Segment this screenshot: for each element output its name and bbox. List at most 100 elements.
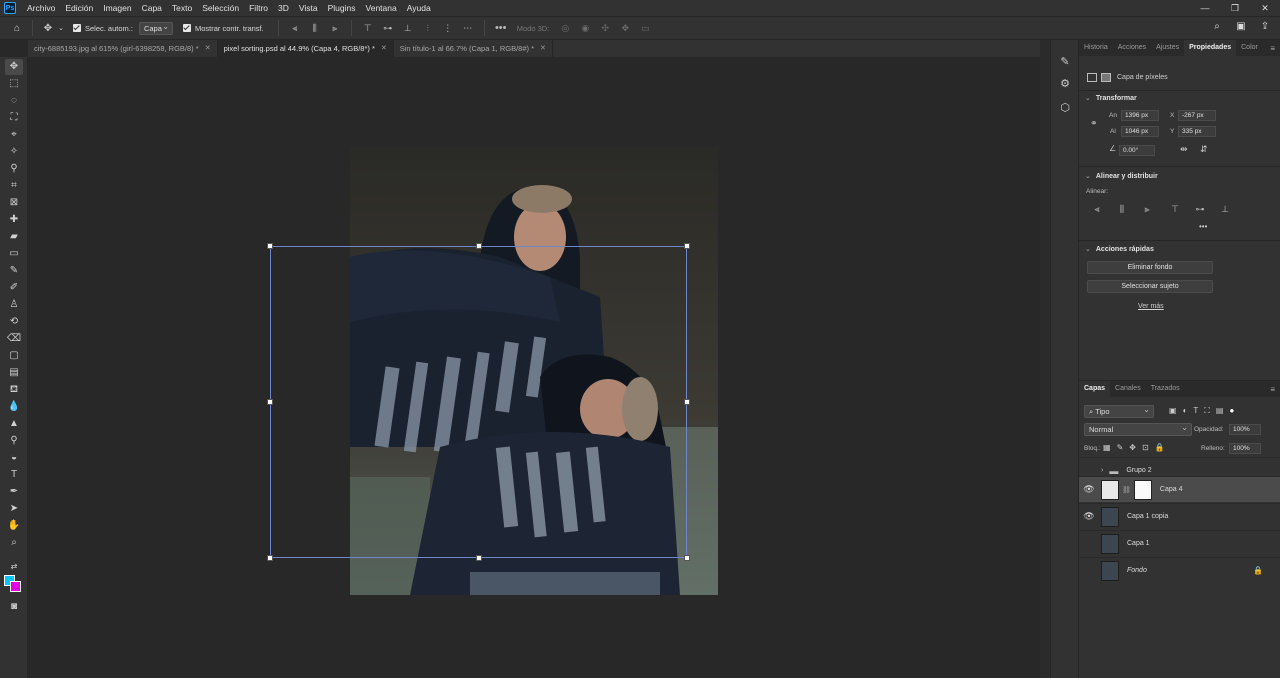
align-horizontal-centers-icon[interactable]: ⫼ [308, 23, 322, 33]
see-more-link[interactable]: Ver más [1138, 303, 1164, 310]
y-field[interactable]: 335 px [1178, 126, 1216, 137]
distribute-icon[interactable]: ⫶ [421, 23, 435, 33]
sponge-tool-icon[interactable]: ◒ [5, 450, 23, 466]
maximize-button[interactable]: ❐ [1220, 0, 1250, 16]
hand-tool-icon[interactable]: ✋ [5, 518, 23, 534]
align-top-edges-icon[interactable]: ⊤ [1168, 204, 1182, 214]
show-transform-checkbox[interactable]: Mostrar contr. transf. [182, 24, 264, 33]
tab-sin-titulo[interactable]: Sin título-1 al 66.7% (Capa 1, RGB/8#) *… [394, 40, 553, 57]
tab-pixel-sorting[interactable]: pixel sorting.psd al 44.9% (Capa 4, RGB/… [217, 40, 394, 57]
select-subject-button[interactable]: Seleccionar sujeto [1087, 280, 1213, 293]
menu-texto[interactable]: Texto [167, 3, 197, 13]
angle-field[interactable]: 0.00° [1119, 145, 1155, 156]
stamp-tool-icon[interactable]: ♙ [5, 297, 23, 313]
opacity-field[interactable]: 100% [1229, 424, 1261, 435]
filter-toggle-icon[interactable]: ● [1229, 406, 1234, 416]
menu-imagen[interactable]: Imagen [98, 3, 136, 13]
eye-icon[interactable]: 👁 [1079, 484, 1099, 495]
patch-tool-icon[interactable]: ▰ [5, 229, 23, 245]
close-icon[interactable]: ✕ [205, 40, 211, 57]
filter-shape-icon[interactable]: ⛶ [1204, 406, 1210, 416]
panel-menu-icon[interactable]: ≡ [1270, 385, 1275, 394]
healing-brush-tool-icon[interactable]: ✚ [5, 212, 23, 228]
crop-tool-icon[interactable]: ⌗ [5, 178, 23, 194]
align-right-edges-icon[interactable]: ⫸ [1140, 204, 1154, 214]
document-image[interactable] [350, 147, 718, 595]
eraser-tool-icon[interactable]: ⌫ [5, 331, 23, 347]
paint-bucket-tool-icon[interactable]: ⛾ [5, 382, 23, 398]
auto-select-dropdown[interactable]: Capa [138, 21, 173, 35]
align-right-edges-icon[interactable]: ⫸ [328, 23, 342, 33]
pen-tool-icon[interactable]: ✒ [5, 484, 23, 500]
close-icon[interactable]: ✕ [540, 40, 546, 57]
tab-historia[interactable]: Historia [1079, 40, 1113, 56]
tab-canales[interactable]: Canales [1110, 381, 1146, 397]
gradient-tool-icon[interactable]: ▤ [5, 365, 23, 381]
chevron-right-icon[interactable]: › [1101, 467, 1103, 474]
layer-row-capa-1-copia[interactable]: 👁 Capa 1 copia [1079, 503, 1280, 529]
filter-smart-object-icon[interactable]: ▤ [1216, 406, 1224, 416]
lock-all-icon[interactable]: 🔒 [1155, 443, 1165, 452]
remove-background-button[interactable]: Eliminar fondo [1087, 261, 1213, 274]
dodge-tool-icon[interactable]: ⚲ [5, 433, 23, 449]
tab-acciones[interactable]: Acciones [1113, 40, 1151, 56]
search-icon[interactable]: ⌕ [1210, 21, 1224, 32]
align-horizontal-centers-icon[interactable]: ⫼ [1115, 204, 1129, 214]
menu-edicion[interactable]: Edición [60, 3, 98, 13]
canvas-scrollbar[interactable] [1040, 40, 1050, 678]
menu-archivo[interactable]: Archivo [22, 3, 60, 13]
history-brush-tool-icon[interactable]: ⟲ [5, 314, 23, 330]
layer-mask-thumbnail[interactable] [1133, 479, 1152, 500]
marquee-tool-icon[interactable]: ⬚ [5, 76, 23, 92]
align-left-edges-icon[interactable]: ⫷ [288, 23, 302, 33]
menu-seleccion[interactable]: Selección [197, 3, 244, 13]
swap-colors-icon[interactable]: ⇄ [5, 559, 23, 575]
flip-horizontal-icon[interactable]: ⇹ [1180, 144, 1188, 155]
blur-tool-icon[interactable]: 💧 [5, 399, 23, 415]
sharpen-tool-icon[interactable]: ▲ [5, 416, 23, 432]
align-top-edges-icon[interactable]: ⊤ [361, 23, 375, 33]
flip-vertical-icon[interactable]: ⇵ [1200, 144, 1208, 155]
menu-ventana[interactable]: Ventana [361, 3, 402, 13]
type-tool-icon[interactable]: T [5, 467, 23, 483]
close-button[interactable]: ✕ [1250, 0, 1280, 16]
workspace-icon[interactable]: ▣ [1234, 21, 1248, 32]
eye-icon[interactable]: 👁 [1079, 511, 1099, 522]
lock-position-icon[interactable]: ✥ [1129, 443, 1136, 452]
move-tool-icon[interactable]: ✥ [39, 23, 57, 34]
share-icon[interactable]: ⇪ [1258, 21, 1272, 32]
home-icon[interactable]: ⌂ [8, 23, 26, 34]
width-field[interactable]: 1396 px [1121, 110, 1159, 121]
menu-filtro[interactable]: Filtro [244, 3, 273, 13]
layer-row-capa-4[interactable]: 👁 ⛓ Capa 4 [1079, 476, 1280, 502]
zoom-tool-icon[interactable]: ⌕ [5, 535, 23, 551]
layer-row-fondo[interactable]: Fondo 🔒 [1079, 557, 1280, 583]
frame-tool-icon[interactable]: ⊠ [5, 195, 23, 211]
transform-section-header[interactable]: ⌄ Transformar [1085, 94, 1137, 103]
menu-3d[interactable]: 3D [273, 3, 294, 13]
align-vertical-centers-icon[interactable]: ⊶ [381, 23, 395, 33]
tab-city[interactable]: city-6885193.jpg al 615% (girl-6398258, … [28, 40, 218, 57]
chevron-down-icon[interactable]: ⌄ [57, 24, 65, 32]
brush-tool-icon[interactable]: ✎ [5, 263, 23, 279]
lock-transparent-icon[interactable]: ▦ [1103, 443, 1111, 452]
tab-propiedades[interactable]: Propiedades [1184, 40, 1237, 56]
more-options-icon[interactable]: ••• [494, 23, 508, 34]
menu-capa[interactable]: Capa [137, 3, 167, 13]
align-vertical-centers-icon[interactable]: ⊶ [1193, 204, 1207, 214]
filter-type-icon[interactable]: T [1193, 406, 1198, 416]
layer-filter-dropdown[interactable]: ⌕ Tipo [1084, 404, 1154, 418]
auto-select-checkbox[interactable]: Selec. autom.: [73, 24, 133, 33]
object-select-tool-icon[interactable]: ⛶ [5, 110, 23, 126]
menu-plugins[interactable]: Plugins [323, 3, 361, 13]
rectangle-tool-icon[interactable]: ▢ [5, 348, 23, 364]
tab-color[interactable]: Color [1236, 40, 1263, 56]
quick-mask-icon[interactable]: ◙ [5, 599, 23, 615]
transform-handle-bottom-left[interactable] [267, 555, 273, 561]
3d-cube-icon[interactable]: ⬡ [1057, 100, 1073, 116]
minimize-button[interactable]: — [1190, 0, 1220, 16]
transform-handle-left[interactable] [267, 399, 273, 405]
align-bottom-edges-icon[interactable]: ⊥ [401, 23, 415, 33]
lock-artboard-icon[interactable]: ⊡ [1142, 443, 1149, 452]
background-color-swatch[interactable] [10, 581, 21, 592]
